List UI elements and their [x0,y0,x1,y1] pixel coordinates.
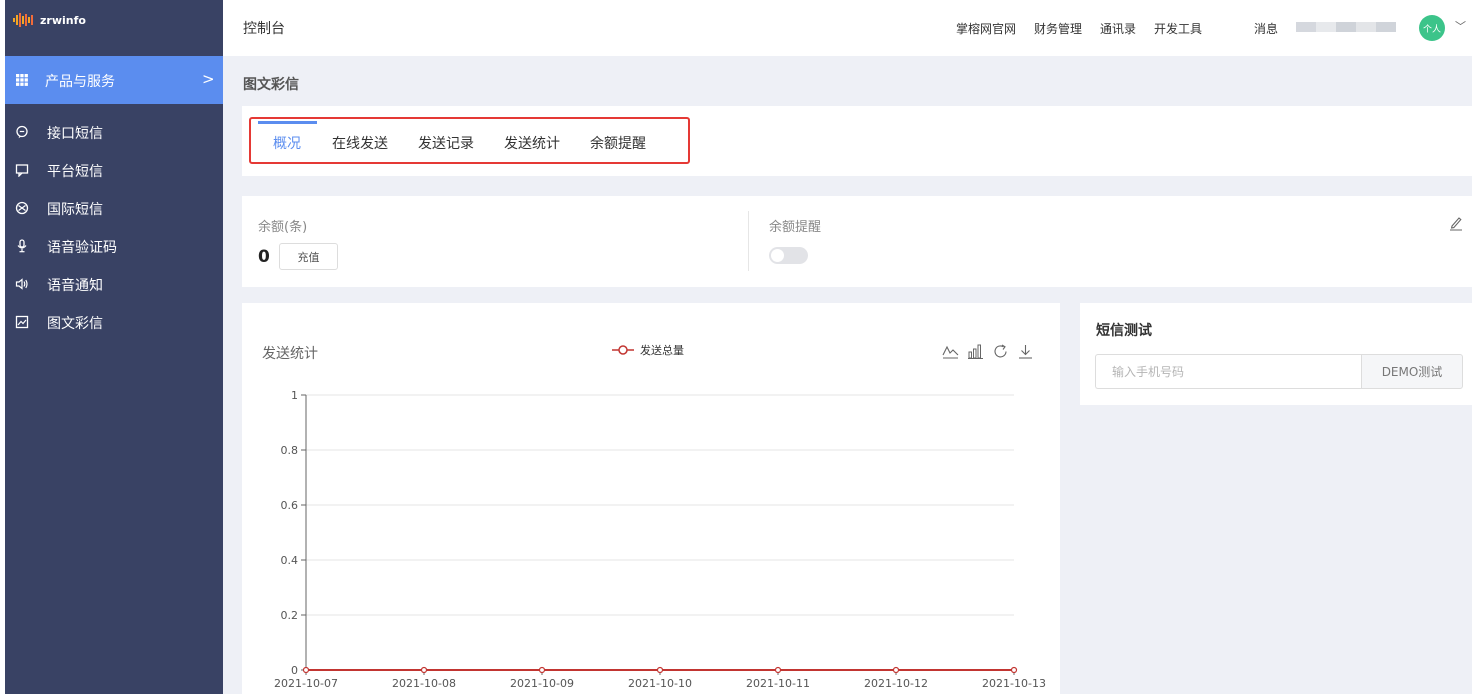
top-nav-links: 掌榕网官网 财务管理 通讯录 开发工具 [956,20,1202,37]
active-tab-indicator [258,121,317,124]
tab-balance-reminder[interactable]: 余额提醒 [590,133,646,153]
download-icon[interactable] [1017,343,1034,360]
balance-card: 余额(条) 0 充值 余额提醒 [242,196,1472,287]
chart-legend[interactable]: 发送总量 [612,342,684,358]
console-title: 控制台 [243,21,285,37]
sidebar-item-label: 语音通知 [47,278,103,294]
grid-icon [16,74,28,86]
chart-title: 发送统计 [262,346,318,362]
legend-line-marker-icon [612,345,634,355]
sidebar-item-intl-sms[interactable]: 国际短信 [5,194,223,222]
sidebar-section-label: 产品与服务 [45,74,115,90]
sidebar-item-label: 接口短信 [47,126,103,142]
send-stats-chart: 0 0.2 0.4 0.6 0.8 1 2021-10-07 2021-10-08 2021-1… [274,389,1046,690]
x-tick-label: 2021-10-13 [982,677,1046,690]
data-point [302,666,310,674]
balance-label: 余额(条) [258,220,308,235]
x-tick-label: 2021-10-07 [274,677,338,690]
top-link-dev-tools[interactable]: 开发工具 [1154,20,1202,37]
data-point [892,666,900,674]
line-chart-icon[interactable] [942,343,959,360]
reminder-toggle[interactable] [769,247,808,264]
sidebar-item-label: 平台短信 [47,164,103,180]
avatar[interactable]: 个人 [1419,15,1445,41]
x-tick-label: 2021-10-10 [628,677,692,690]
top-link-finance[interactable]: 财务管理 [1034,20,1082,37]
data-point [1010,666,1018,674]
chat-bubble-icon [16,125,28,139]
demo-test-button[interactable]: DEMO测试 [1361,354,1463,389]
tabs-card: 概况 在线发送 发送记录 发送统计 余额提醒 [242,106,1472,176]
phone-number-input[interactable] [1095,354,1361,389]
y-tick-label: 0.4 [281,554,299,567]
sidebar-item-mms[interactable]: 图文彩信 [5,308,223,336]
sms-test-card: 短信测试 DEMO测试 [1080,303,1472,405]
chart-toolbox [942,343,1034,360]
message-square-icon [15,164,29,177]
sidebar-item-label: 国际短信 [47,202,103,218]
tab-overview[interactable]: 概况 [273,133,301,153]
balance-count: 0 [258,247,270,267]
tab-online-send[interactable]: 在线发送 [332,133,388,153]
x-tick-label: 2021-10-11 [746,677,810,690]
bar-chart-icon[interactable] [967,343,984,360]
chart-card: 0 0.2 0.4 0.6 0.8 1 2021-10-07 2021-10-08 2021-1… [242,303,1060,694]
edit-pencil-icon[interactable] [1449,215,1463,231]
logo[interactable]: zrwinfo [12,8,86,32]
divider [748,211,749,271]
top-link-contacts[interactable]: 通讯录 [1100,20,1136,37]
globe-icon [15,201,29,215]
chevron-down-icon[interactable]: ﹀ [1455,18,1466,34]
messages-link[interactable]: 消息 [1254,20,1278,37]
y-tick-label: 0 [291,664,298,677]
x-tick-label: 2021-10-12 [864,677,928,690]
blurred-username [1296,22,1396,32]
y-tick-label: 0.8 [281,444,299,457]
top-link-official-site[interactable]: 掌榕网官网 [956,20,1016,37]
refresh-icon[interactable] [992,343,1009,360]
logo-text: zrwinfo [40,13,86,27]
sidebar-item-voice-notice[interactable]: 语音通知 [5,270,223,298]
speaker-icon [15,278,28,290]
x-tick-label: 2021-10-08 [392,677,456,690]
data-point [656,666,664,674]
reminder-label: 余额提醒 [769,220,822,235]
sidebar-item-label: 语音验证码 [47,240,117,256]
x-tick-label: 2021-10-09 [510,677,574,690]
window-edge [0,0,5,694]
recharge-button[interactable]: 充值 [279,243,338,270]
image-icon [15,315,29,329]
tab-send-records[interactable]: 发送记录 [418,133,474,153]
y-tick-label: 0.2 [281,609,299,622]
sidebar-item-label: 图文彩信 [47,316,103,332]
sidebar-item-platform-sms[interactable]: 平台短信 [5,156,223,184]
chevron-right-icon: > [202,70,215,88]
y-tick-label: 1 [291,389,298,402]
sidebar-item-voice-code[interactable]: 语音验证码 [5,232,223,260]
sidebar: zrwinfo 产品与服务 > 接口短信 平台短信 国际短信 语音验证码 语音通… [0,0,223,694]
sidebar-section-products[interactable]: 产品与服务 > [5,56,223,104]
toggle-knob [771,249,784,262]
sms-test-title: 短信测试 [1096,323,1152,339]
data-point [774,666,782,674]
legend-label: 发送总量 [640,344,684,357]
y-tick-label: 0.6 [281,499,299,512]
sidebar-item-api-sms[interactable]: 接口短信 [5,118,223,146]
tab-send-stats[interactable]: 发送统计 [504,133,560,153]
data-point [538,666,546,674]
data-point [420,666,428,674]
top-bar: 控制台 掌榕网官网 财务管理 通讯录 开发工具 消息 个人 ﹀ [223,0,1472,56]
page-title: 图文彩信 [243,77,299,93]
logo-waveform-icon [13,13,33,27]
microphone-icon [17,239,27,253]
